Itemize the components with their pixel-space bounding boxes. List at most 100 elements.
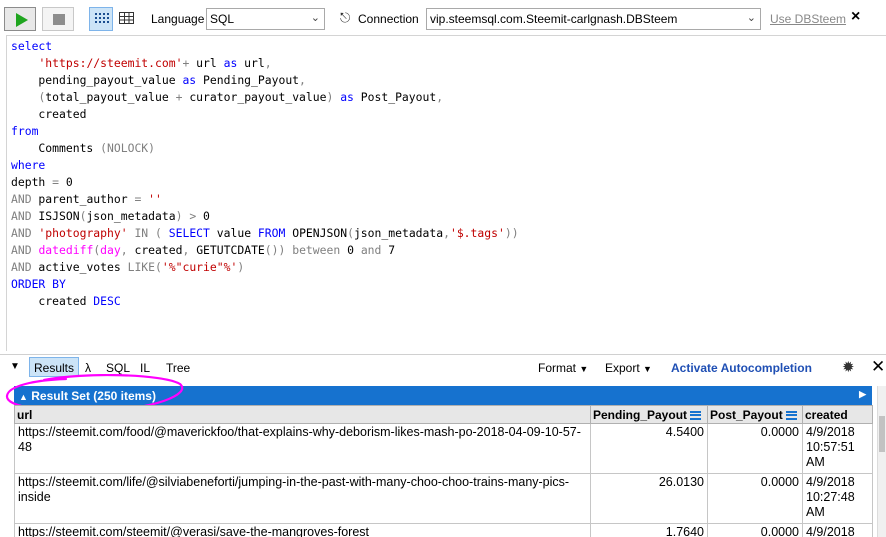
cell-pending-payout[interactable]: 26.0130 (590, 473, 708, 524)
tab-lambda[interactable]: λ (85, 361, 91, 375)
code-line[interactable]: created (11, 106, 886, 123)
code-token: datediff (38, 243, 94, 257)
code-token: '$.tags' (449, 226, 505, 240)
code-token: active_votes (31, 260, 128, 274)
cell-post-payout[interactable]: 0.0000 (707, 423, 803, 474)
close-query-button[interactable]: × (851, 8, 860, 26)
code-token: AND (11, 260, 32, 274)
code-line[interactable]: AND 'photography' IN ( SELECT value FROM… (11, 225, 886, 242)
column-header-url[interactable]: url (14, 405, 591, 424)
cell-post-payout[interactable]: 0.0000 (707, 473, 803, 524)
connection-label: Connection (358, 12, 419, 26)
code-line[interactable]: AND active_votes LIKE('%"curie"%') (11, 259, 886, 276)
code-token: Pending_Payout (196, 73, 300, 87)
column-label: Pending_Payout (593, 407, 688, 422)
main-toolbar: Language SQL ⌄ ⎋ Connection vip.steemsql… (0, 0, 886, 36)
result-grid: url Pending_Payout Post_Payout created h… (14, 405, 873, 537)
rich-text-grid-icon (95, 13, 109, 23)
chevron-down-icon: ⌄ (310, 12, 320, 24)
result-set-header[interactable]: ▲ Result Set (250 items) ▶ (14, 386, 872, 405)
scrollbar-thumb[interactable] (879, 416, 885, 452)
activate-autocompletion-button[interactable]: Activate Autocompletion (671, 361, 812, 375)
column-total-icon[interactable] (785, 410, 797, 420)
code-line[interactable]: depth = 0 (11, 174, 886, 191)
tab-results[interactable]: Results (29, 357, 80, 377)
export-menu-label: Export (605, 361, 640, 375)
use-db-link[interactable]: Use DBSteem (770, 12, 846, 26)
code-token: Post_Payout (353, 90, 437, 104)
tab-tree[interactable]: Tree (166, 361, 190, 375)
stop-icon (53, 14, 65, 25)
code-token: pending_payout_value (11, 73, 183, 87)
code-line[interactable]: 'https://steemit.com'+ url as url, (11, 55, 886, 72)
code-token: '' (148, 192, 162, 206)
code-line[interactable]: AND ISJSON(json_metadata) > 0 (11, 208, 886, 225)
cell-pending-payout[interactable]: 4.5400 (590, 423, 708, 474)
tab-il[interactable]: IL (140, 361, 150, 375)
code-token: ()) (264, 243, 286, 257)
cell-created[interactable]: 4/9/2018 (802, 523, 873, 537)
code-token: created (127, 243, 183, 257)
code-token: and (360, 243, 382, 257)
column-header-post-payout[interactable]: Post_Payout (707, 405, 803, 424)
column-header-pending-payout[interactable]: Pending_Payout (590, 405, 708, 424)
data-grid-icon (119, 12, 134, 24)
caret-down-icon: ▼ (579, 364, 589, 374)
column-total-icon[interactable] (690, 410, 702, 420)
cell-created[interactable]: 4/9/2018 10:27:48 AM (802, 473, 873, 524)
code-line[interactable]: AND parent_author = '' (11, 191, 886, 208)
column-label: url (17, 407, 33, 422)
export-menu[interactable]: Export ▼ (605, 361, 652, 375)
code-token: )) (504, 226, 519, 240)
cell-url[interactable]: https://steemit.com/steemit/@verasi/save… (14, 523, 591, 537)
results-toolbar: ▼ Results λ SQL IL Tree Format ▼ Export … (0, 354, 886, 378)
code-token: (NOLOCK) (100, 141, 156, 155)
format-menu-label: Format (538, 361, 577, 375)
results-scrollbar[interactable] (877, 386, 886, 537)
caret-down-icon: ▼ (643, 364, 652, 374)
code-token: LIKE (127, 260, 156, 274)
code-token: , (436, 90, 444, 104)
code-line[interactable]: select (11, 38, 886, 55)
code-line[interactable]: (total_payout_value + curator_payout_val… (11, 89, 886, 106)
run-button[interactable] (4, 7, 36, 31)
expand-right-icon[interactable]: ▶ (859, 389, 866, 400)
code-token: 7 (381, 243, 396, 257)
close-results-icon[interactable]: ✕ (871, 357, 885, 377)
code-token: 0 (59, 175, 73, 189)
cell-url[interactable]: https://steemit.com/life/@silviabenefort… (14, 473, 591, 524)
stop-button[interactable] (42, 7, 74, 31)
query-editor[interactable]: select 'https://steemit.com'+ url as url… (6, 35, 886, 351)
results-to-table-button[interactable] (116, 7, 138, 31)
cell-url[interactable]: https://steemit.com/food/@maverickfoo/th… (14, 423, 591, 474)
cell-post-payout[interactable]: 0.0000 (707, 523, 803, 537)
connection-select[interactable]: vip.steemsql.com.Steemit-carlgnash.DBSte… (426, 8, 761, 30)
cell-pending-payout[interactable]: 1.7640 (590, 523, 708, 537)
tab-sql[interactable]: SQL (106, 361, 130, 375)
language-value: SQL (210, 12, 235, 26)
collapse-results-icon[interactable]: ▼ (10, 361, 20, 372)
results-to-grids-button[interactable] (89, 7, 113, 31)
code-line[interactable]: created DESC (11, 293, 886, 310)
code-line[interactable]: Comments (NOLOCK) (11, 140, 886, 157)
code-line[interactable]: where (11, 157, 886, 174)
cell-created[interactable]: 4/9/2018 10:57:51 AM (802, 423, 873, 474)
code-line[interactable]: ORDER BY (11, 276, 886, 293)
code-token: , (264, 56, 272, 70)
code-token: AND (11, 243, 32, 257)
busy-spinner-icon: ✹ (842, 359, 855, 376)
code-line[interactable]: from (11, 123, 886, 140)
code-token: ) (237, 260, 245, 274)
code-token: , (120, 243, 128, 257)
language-select[interactable]: SQL ⌄ (206, 8, 325, 30)
format-menu[interactable]: Format ▼ (538, 361, 588, 375)
column-header-created[interactable]: created (802, 405, 873, 424)
language-label: Language (151, 12, 205, 26)
code-token: = (52, 175, 60, 189)
code-line[interactable]: AND datediff(day, created, GETUTCDATE())… (11, 242, 886, 259)
code-token: created (11, 294, 94, 308)
code-token: 'photography' (38, 226, 128, 240)
code-token: total_payout_value (45, 90, 176, 104)
code-line[interactable]: pending_payout_value as Pending_Payout, (11, 72, 886, 89)
